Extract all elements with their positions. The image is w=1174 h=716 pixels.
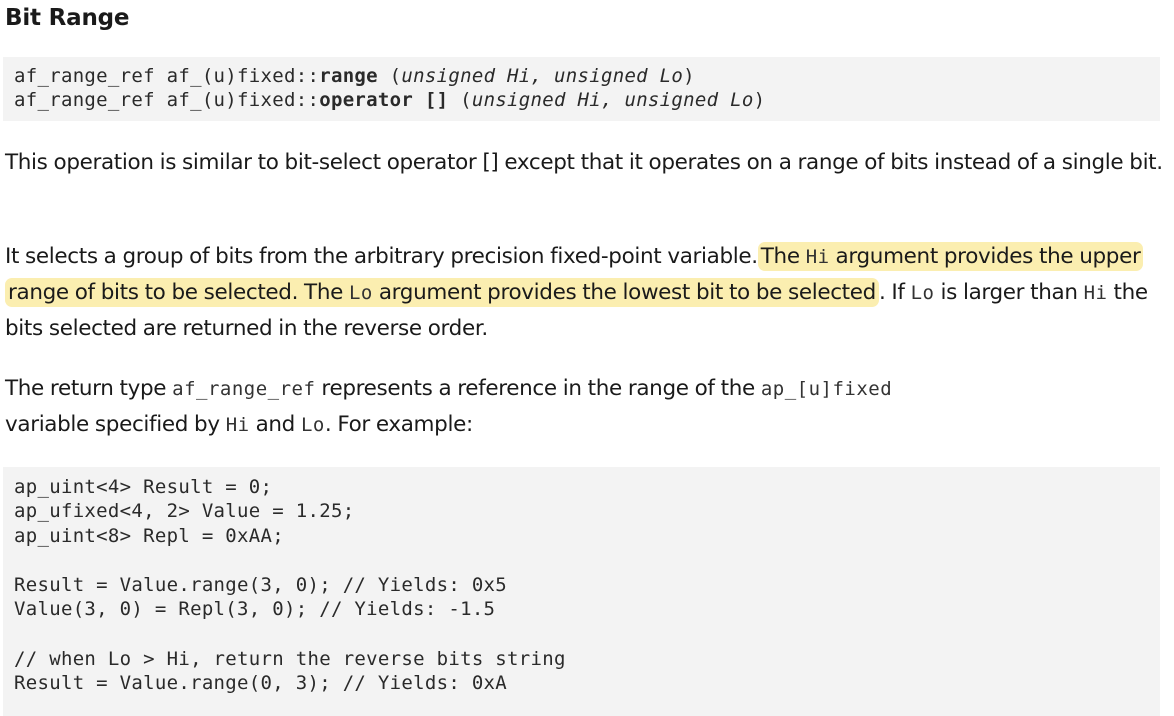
highlight-text: The (760, 244, 806, 269)
paragraph-text: The return type (5, 376, 173, 401)
function-name: operator [] (319, 89, 449, 111)
signature-code-block: af_range_ref af_(u)fixed::range (unsigne… (3, 57, 1160, 121)
signature-close-paren: ) (683, 65, 695, 87)
inline-code: Lo (300, 414, 325, 436)
code-line: ap_ufixed<4, 2> Value = 1.25; (14, 500, 355, 522)
code-line: Value(3, 0) = Repl(3, 0); // Yields: -1.… (14, 598, 496, 620)
signature-line-operator: af_range_ref af_(u)fixed::operator [] (u… (14, 88, 765, 112)
inline-code: Hi (1083, 282, 1108, 304)
inline-code: Hi (805, 246, 830, 268)
inline-code: ap_[u]fixed (760, 378, 893, 400)
signature-close-paren: ) (753, 89, 766, 111)
paragraph-text: and (249, 412, 301, 437)
signature-open-paren: ( (377, 65, 402, 87)
inline-code: Hi (225, 414, 250, 436)
code-line: Result = Value.range(3, 0); // Yields: 0… (14, 574, 508, 596)
section-heading: Bit Range (5, 5, 130, 31)
inline-code: Lo (910, 282, 935, 304)
code-line: ap_uint<8> Repl = 0xAA; (14, 525, 284, 547)
paragraph-text: . For example: (324, 412, 473, 437)
code-line: // when Lo > Hi, return the reverse bits… (14, 648, 566, 670)
inline-code: Lo (348, 282, 373, 304)
paragraph-text: represents a reference in the range of t… (315, 376, 761, 401)
signature-line-range: af_range_ref af_(u)fixed::range (unsigne… (14, 64, 695, 88)
paragraph-text: variable specified by (5, 412, 226, 437)
selection-paragraph: It selects a group of bits from the arbi… (5, 239, 1165, 347)
signature-args: unsigned Hi, unsigned Lo (401, 65, 684, 87)
paragraph-text: . If (878, 280, 911, 305)
signature-open-paren: ( (448, 89, 472, 111)
document-page: Bit Range af_range_ref af_(u)fixed::rang… (0, 0, 1174, 716)
paragraph-text: It selects a group of bits from the arbi… (5, 244, 758, 269)
highlight-text: argument provides the lowest bit to be s… (372, 280, 876, 305)
signature-prefix: af_range_ref af_(u)fixed:: (14, 89, 320, 111)
code-line: Result = Value.range(0, 3); // Yields: 0… (14, 672, 508, 694)
code-line: ap_uint<4> Result = 0; (14, 476, 273, 498)
signature-prefix: af_range_ref af_(u)fixed:: (14, 65, 320, 87)
paragraph-text: is larger than (934, 280, 1084, 305)
inline-code: af_range_ref (172, 378, 316, 400)
function-name: range (319, 65, 378, 87)
description-paragraph: This operation is similar to bit-select … (5, 150, 1163, 175)
example-code-block: ap_uint<4> Result = 0; ap_ufixed<4, 2> V… (3, 467, 1160, 716)
signature-args: unsigned Hi, unsigned Lo (471, 89, 754, 111)
return-type-paragraph: The return type af_range_ref represents … (5, 371, 1165, 443)
